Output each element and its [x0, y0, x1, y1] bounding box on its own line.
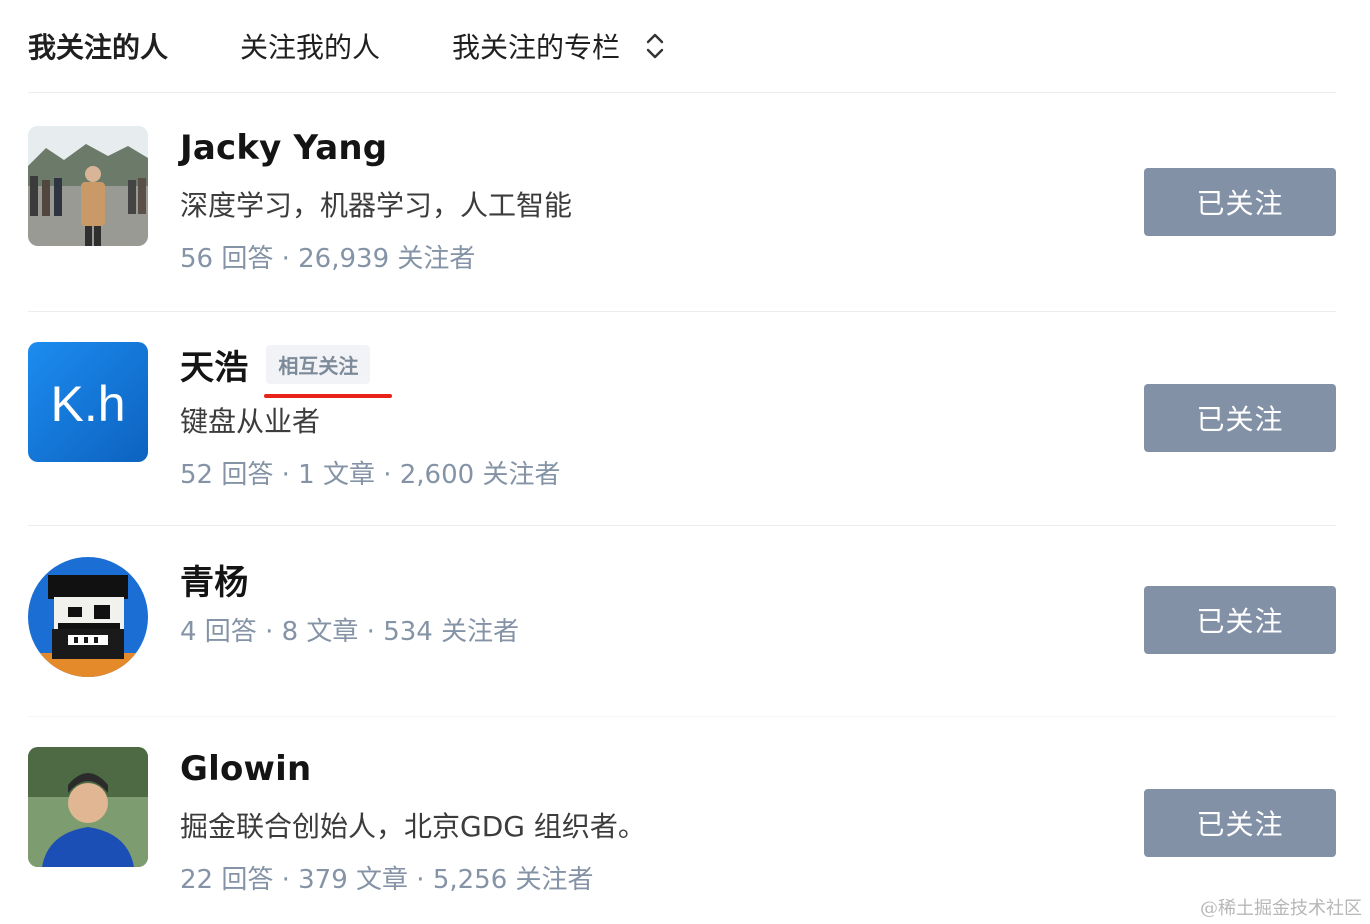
user-description: 掘金联合创始人，北京GDG 组织者。	[180, 810, 646, 843]
followed-button[interactable]: 已关注	[1144, 168, 1336, 236]
kh-logo-avatar[interactable]: K.h	[28, 342, 148, 462]
user-avatar[interactable]	[28, 747, 148, 867]
user-row: Jacky Yang 深度学习，机器学习，人工智能 56 回答 · 26,939…	[28, 126, 1336, 286]
name-line: Jacky Yang	[180, 126, 572, 170]
user-name[interactable]: Jacky Yang	[180, 128, 387, 168]
watermark: @稀土掘金技术社区	[1200, 898, 1362, 919]
tab-followers[interactable]: 关注我的人	[240, 26, 380, 66]
divider	[28, 311, 1336, 312]
divider	[28, 525, 1336, 526]
user-stats: 22 回答 · 379 文章 · 5,256 关注者	[180, 865, 594, 895]
user-name[interactable]: Glowin	[180, 749, 311, 789]
mutual-follow-badge: 相互关注	[264, 344, 393, 398]
tab-following-people[interactable]: 我关注的人	[28, 26, 168, 66]
user-stats: 52 回答 · 1 文章 · 2,600 关注者	[180, 460, 561, 490]
tab-following-columns[interactable]: 我关注的专栏	[452, 26, 666, 66]
followed-button[interactable]: 已关注	[1144, 789, 1336, 857]
followed-button[interactable]: 已关注	[1144, 384, 1336, 452]
user-avatar[interactable]	[28, 126, 148, 246]
user-description: 键盘从业者	[180, 405, 321, 438]
highlight-underline	[264, 393, 393, 398]
user-row: 青杨 4 回答 · 8 文章 · 534 关注者 已关注	[28, 557, 1336, 687]
user-stats: 56 回答 · 26,939 关注者	[180, 244, 476, 274]
followed-button[interactable]: 已关注	[1144, 586, 1336, 654]
user-description: 深度学习，机器学习，人工智能	[180, 189, 573, 222]
user-info: 青杨 4 回答 · 8 文章 · 534 关注者	[180, 557, 519, 648]
user-info: Jacky Yang 深度学习，机器学习，人工智能 56 回答 · 26,939…	[180, 126, 572, 275]
name-line: 青杨	[180, 555, 519, 604]
user-info: 天浩 相互关注 键盘从业者 52 回答 · 1 文章 · 2,600 关注者	[180, 342, 560, 491]
tab-bar: 我关注的人 关注我的人 我关注的专栏	[28, 0, 738, 92]
tab-following-columns-label: 我关注的专栏	[452, 31, 621, 64]
divider	[28, 716, 1336, 717]
user-name[interactable]: 青杨	[180, 555, 248, 604]
user-row: K.h 天浩 相互关注 键盘从业者 52 回答 · 1 文章 · 2,600 关…	[28, 342, 1336, 502]
divider	[28, 92, 1336, 93]
name-line: 天浩 相互关注	[180, 340, 560, 398]
pixel-character-avatar[interactable]	[28, 557, 148, 677]
name-line: Glowin	[180, 747, 646, 791]
kh-logo-text: K.h	[50, 376, 125, 432]
user-stats: 4 回答 · 8 文章 · 534 关注者	[180, 617, 520, 647]
following-page: 我关注的人 关注我的人 我关注的专栏 Jacky Yang 深度学习，机器学习，…	[0, 0, 1370, 924]
user-name[interactable]: 天浩	[180, 340, 248, 389]
user-info: Glowin 掘金联合创始人，北京GDG 组织者。 22 回答 · 379 文章…	[180, 747, 646, 896]
sort-chevron-icon[interactable]	[644, 29, 666, 63]
user-row: Glowin 掘金联合创始人，北京GDG 组织者。 22 回答 · 379 文章…	[28, 747, 1336, 907]
mutual-follow-label: 相互关注	[278, 353, 359, 378]
